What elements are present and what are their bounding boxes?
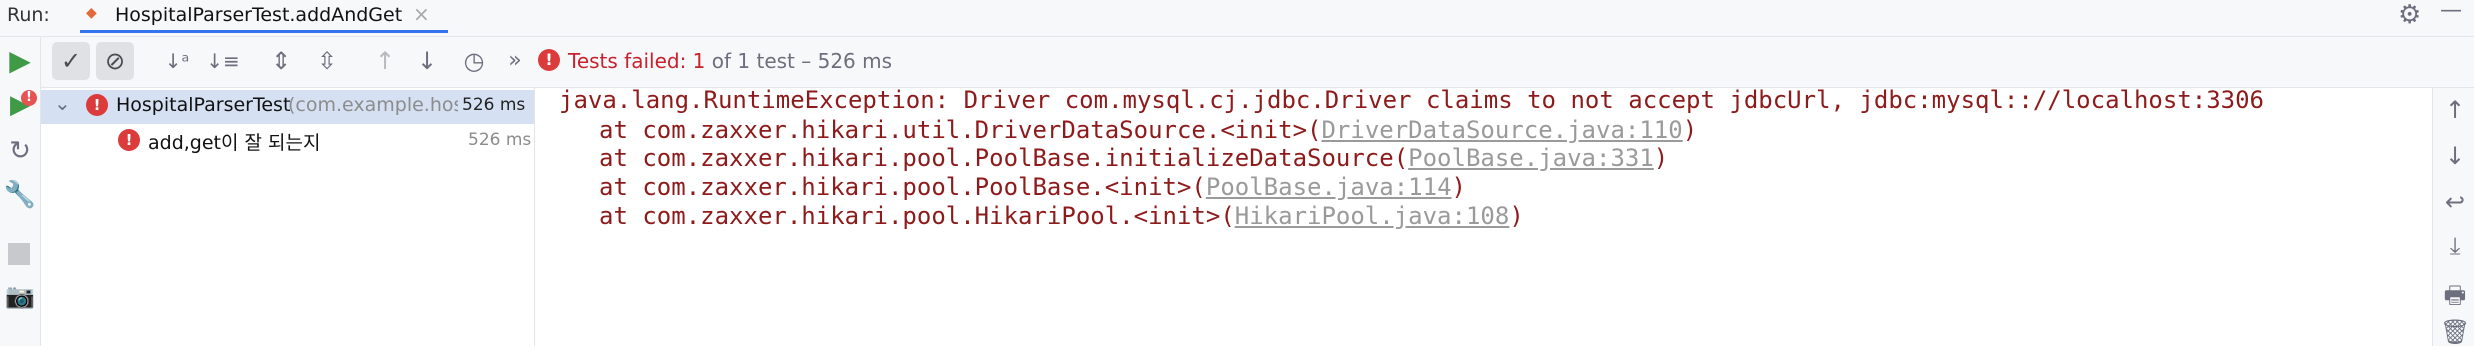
scroll-to-end-icon[interactable]: ⤓: [2440, 232, 2470, 260]
soft-wrap-icon[interactable]: ↩: [2440, 188, 2470, 216]
stack-frame: at com.zaxxer.hikari.util.DriverDataSour…: [599, 116, 1697, 144]
next-failed-test-icon[interactable]: ↓: [408, 42, 446, 80]
run-label: Run:: [7, 4, 50, 26]
frame-text: ): [1653, 144, 1669, 172]
frame-text: ): [1509, 202, 1524, 230]
frame-text: at com.zaxxer.hikari.util.DriverDataSour…: [599, 116, 1322, 144]
test-class-name[interactable]: HospitalParserTest: [116, 94, 290, 116]
console-output[interactable]: java.lang.RuntimeException: Driver com.m…: [535, 88, 2432, 346]
test-duration: 526 ms: [468, 130, 532, 150]
exception-line: java.lang.RuntimeException: Driver com.m…: [559, 88, 2265, 114]
frame-text: at com.zaxxer.hikari.pool.PoolBase.initi…: [599, 144, 1409, 172]
frame-text: ): [1451, 173, 1466, 201]
error-icon: !: [86, 94, 108, 116]
wrench-icon[interactable]: 🔧: [0, 180, 40, 210]
print-icon[interactable]: 🖶: [2440, 278, 2470, 319]
minimize-icon[interactable]: —: [2440, 0, 2462, 23]
chevron-down-icon[interactable]: ⌄: [54, 91, 71, 115]
divider: [2432, 88, 2433, 346]
show-ignored-button[interactable]: ⊘: [96, 42, 134, 80]
sort-by-duration-icon[interactable]: ↓≡: [204, 42, 242, 80]
arrow-up-icon[interactable]: ↑: [2440, 96, 2470, 124]
frame-text: at com.zaxxer.hikari.pool.HikariPool.<in…: [599, 202, 1235, 230]
collapse-all-icon[interactable]: ⇳: [308, 42, 346, 80]
status-suffix: of 1 test – 526 ms: [705, 49, 893, 73]
source-link[interactable]: PoolBase.java:331: [1408, 144, 1654, 172]
error-icon: !: [538, 49, 560, 71]
active-tab-indicator: [80, 30, 448, 33]
failed-count: 1: [692, 49, 706, 73]
source-link[interactable]: PoolBase.java:114: [1206, 173, 1452, 201]
run-tab-label[interactable]: HospitalParserTest.addAndGet: [115, 4, 402, 26]
stop-icon[interactable]: [8, 243, 30, 265]
show-passed-button[interactable]: ✓: [52, 42, 90, 80]
test-config-icon: ◆: [86, 5, 97, 21]
stack-frame: at com.zaxxer.hikari.pool.PoolBase.<init…: [599, 173, 1466, 201]
test-tree: [41, 88, 534, 346]
camera-icon[interactable]: 📷: [0, 282, 40, 310]
frame-text: at com.zaxxer.hikari.pool.PoolBase.<init…: [599, 173, 1206, 201]
source-link[interactable]: HikariPool.java:108: [1235, 202, 1510, 230]
previous-failed-test-icon[interactable]: ↑: [366, 42, 404, 80]
trash-icon[interactable]: 🗑: [2440, 318, 2470, 346]
more-actions-icon[interactable]: »: [500, 42, 530, 80]
divider: [0, 36, 2474, 37]
toggle-auto-test-icon[interactable]: ↻: [0, 136, 40, 166]
arrow-down-icon[interactable]: ↓: [2440, 142, 2470, 170]
run-icon[interactable]: ▶: [0, 44, 40, 77]
stack-frame: at com.zaxxer.hikari.pool.HikariPool.<in…: [599, 202, 1524, 230]
test-status: Tests failed: 1 of 1 test – 526 ms: [568, 49, 892, 73]
test-method-name[interactable]: add,get이 잘 되는지: [148, 128, 320, 155]
error-badge-icon: !: [21, 90, 37, 106]
status-prefix: Tests failed:: [568, 49, 693, 73]
frame-text: ): [1682, 116, 1698, 144]
source-link[interactable]: DriverDataSource.java:110: [1321, 116, 1682, 144]
expand-all-icon[interactable]: ⇕: [262, 42, 300, 80]
sort-alphabetically-icon[interactable]: ↓ᵃ: [158, 42, 196, 80]
close-icon[interactable]: ×: [413, 2, 430, 26]
gear-icon[interactable]: ⚙: [2398, 0, 2421, 30]
test-history-icon[interactable]: ◷: [452, 42, 496, 80]
test-duration: 526 ms: [462, 95, 526, 115]
error-icon: !: [118, 129, 140, 151]
stack-frame: at com.zaxxer.hikari.pool.PoolBase.initi…: [599, 144, 1668, 172]
test-class-package: (com.example.hospital): [288, 94, 458, 116]
